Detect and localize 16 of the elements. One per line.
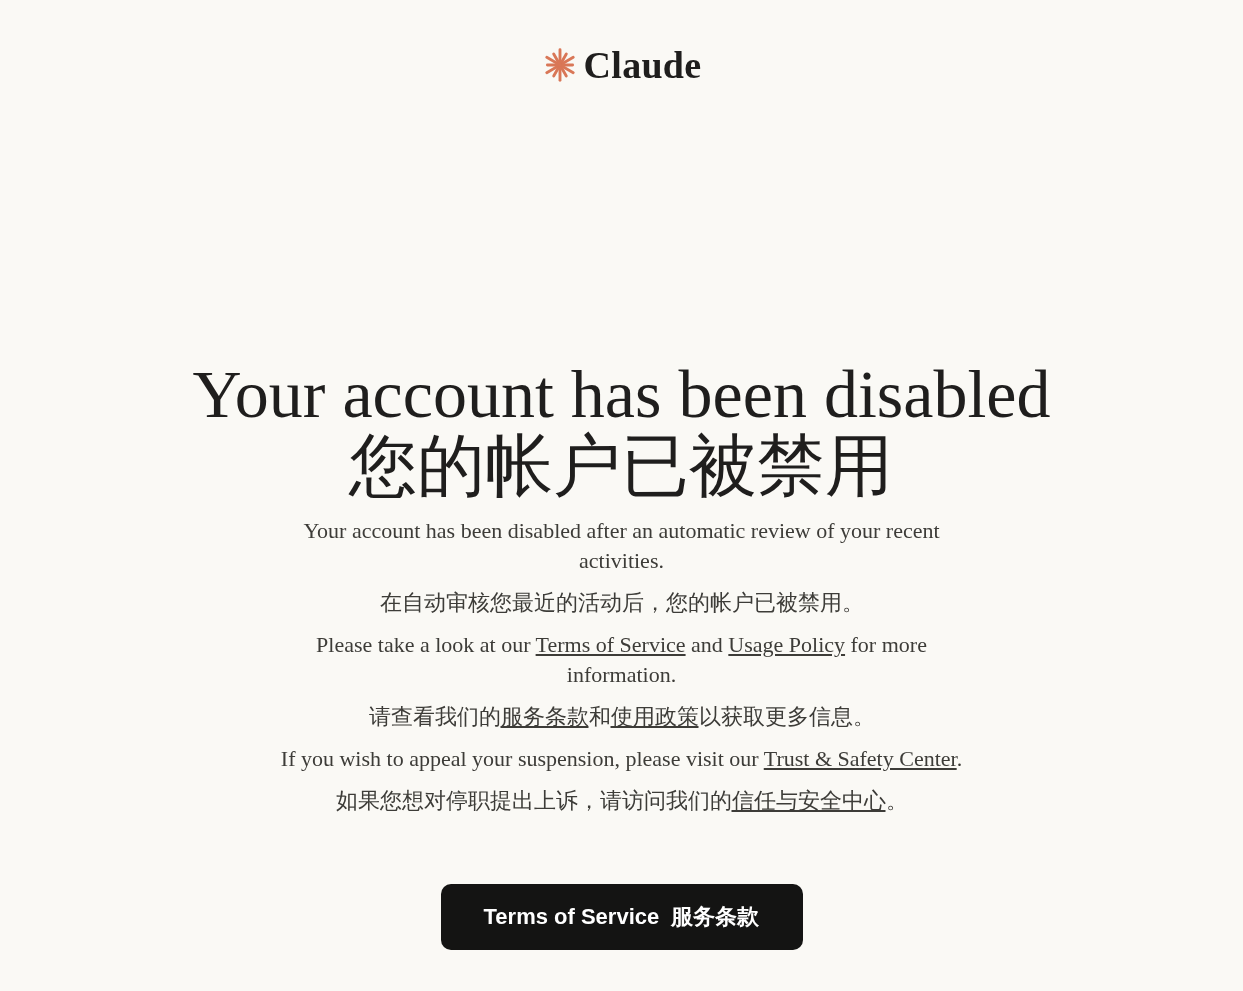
terms-button[interactable]: Terms of Service 服务条款 [440,884,803,950]
paragraph: 在自动审核您最近的活动后，您的帐户已被禁用。 [378,589,865,617]
paragraph: Please take a look at our Terms of Service and Usage Policy for more information. [315,631,928,689]
page-heading: 您的帐户已被禁用 [349,430,894,502]
paragraph: 如果您想对停职提出上诉，请访问我们的信任与安全中心。 [334,787,909,815]
paragraph: If you wish to appeal your suspension, please visit our Trust & Safety Center. [279,745,964,773]
text-link[interactable]: Usage Policy [728,632,846,657]
page-heading: Your account has been disabled [192,358,1051,430]
text-link[interactable]: 服务条款 [500,704,589,729]
paragraph: Your account has been disabled after an automatic review of your recent activities. [302,517,941,575]
text-link[interactable]: 使用政策 [610,704,699,729]
text-link[interactable]: Trust & Safety Center [763,746,957,771]
text-link[interactable]: 信任与安全中心 [731,788,886,813]
paragraph: 请查看我们的服务条款和使用政策以获取更多信息。 [367,703,876,731]
logo-text: Claude [583,44,702,86]
text-link[interactable]: Terms of Service [535,632,686,657]
